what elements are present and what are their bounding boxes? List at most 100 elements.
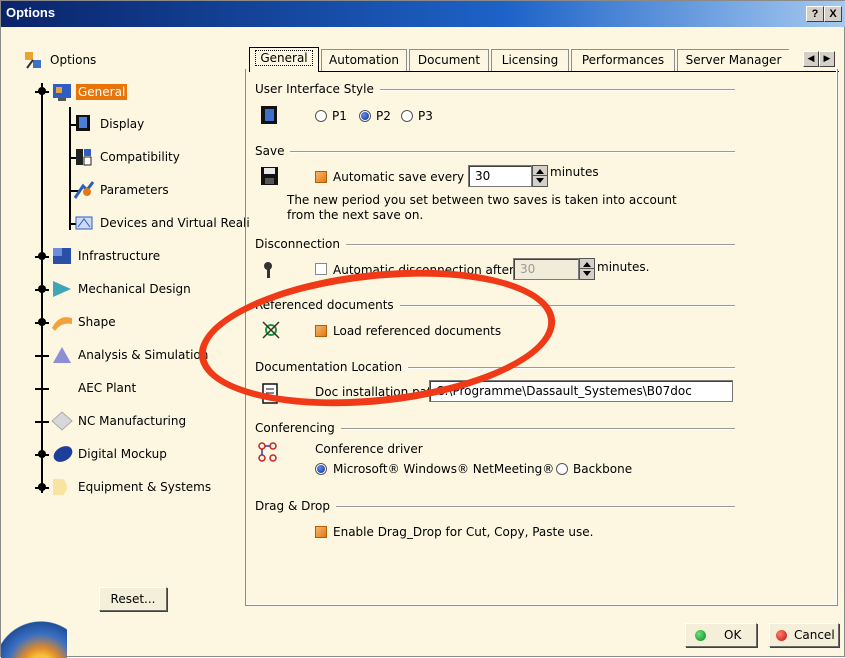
tree-root[interactable]: Options (23, 49, 98, 71)
ok-button-label: OK (724, 628, 742, 642)
disconnection-interval-spinner[interactable] (579, 258, 595, 280)
group-divider (333, 506, 735, 508)
tab-strip: General Automation Document Licensing Pe… (245, 47, 843, 72)
automatic-disconnection-checkbox[interactable] (315, 263, 327, 275)
tree-item-general[interactable]: General (51, 81, 128, 103)
digital-mockup-icon (51, 444, 73, 464)
ok-button[interactable]: OK (685, 623, 757, 647)
tree-item-label: NC Manufacturing (78, 414, 187, 428)
tree-item-label: Parameters (100, 183, 169, 197)
automatic-save-label: Automatic save every (333, 170, 465, 184)
ui-style-icon (259, 104, 281, 126)
radio-netmeeting[interactable] (315, 463, 327, 475)
tree-item-parameters[interactable]: Parameters (73, 179, 171, 201)
tree-item-label: Infrastructure (78, 249, 161, 263)
tree-expand-toggle[interactable] (38, 450, 46, 458)
tree-item-label: Compatibility (100, 150, 180, 164)
devices-icon (73, 213, 95, 233)
options-dialog: Options ? X Options General Display Comp… (0, 0, 845, 658)
parameters-icon (73, 180, 95, 200)
cancel-button[interactable]: Cancel (769, 623, 839, 647)
save-interval-spinner[interactable] (532, 165, 548, 187)
tab-automation[interactable]: Automation (321, 49, 407, 71)
cancel-icon (776, 630, 787, 641)
radio-backbone[interactable] (556, 463, 568, 475)
tree-item-label: Equipment & Systems (78, 480, 212, 494)
display-icon (73, 114, 95, 134)
options-icon (23, 50, 45, 70)
tab-scroll-left-button[interactable]: ◀ (803, 51, 819, 67)
enable-dragdrop-label: Enable Drag_Drop for Cut, Copy, Paste us… (333, 525, 594, 539)
radio-p2[interactable] (359, 110, 371, 122)
reset-button[interactable]: Reset... (99, 587, 167, 611)
tree-item-devices[interactable]: Devices and Virtual Reali (73, 212, 252, 234)
tree-expand-toggle[interactable] (38, 318, 46, 326)
load-referenced-label: Load referenced documents (333, 324, 502, 338)
tree-item-aec-plant[interactable]: AEC Plant (51, 377, 138, 399)
tree-item-analysis[interactable]: Analysis & Simulation (51, 344, 210, 366)
radio-p3-label: P3 (418, 109, 433, 123)
window-title: Options (6, 5, 56, 20)
tree-item-nc-manufacturing[interactable]: NC Manufacturing (51, 410, 188, 432)
tree-item-label: Devices and Virtual Reali (100, 216, 250, 230)
tree-item-label: AEC Plant (78, 381, 137, 395)
conference-driver-label: Conference driver (315, 442, 423, 456)
aec-plant-icon (51, 378, 73, 398)
disconnection-unit-label: minutes. (597, 260, 650, 274)
group-title-referenced: Referenced documents (255, 298, 400, 312)
tab-server-manager[interactable]: Server Manager (677, 49, 789, 71)
tree-item-label: Display (100, 117, 145, 131)
radio-p2-label: P2 (376, 109, 391, 123)
tree-item-label: Shape (78, 315, 116, 329)
key-icon (259, 259, 281, 281)
title-bar[interactable]: Options ? X (1, 1, 845, 27)
tree-expand-toggle[interactable] (38, 483, 46, 491)
help-button[interactable]: ? (806, 6, 824, 22)
radio-p1-label: P1 (332, 109, 347, 123)
document-icon (260, 383, 282, 405)
conference-icon (257, 441, 279, 463)
tree-item-label: Mechanical Design (78, 282, 191, 296)
doc-path-input[interactable]: C:\Programme\Dassault_Systemes\B07doc (429, 380, 733, 402)
tree-root-label: Options (50, 53, 97, 67)
enable-dragdrop-checkbox[interactable] (315, 526, 327, 538)
shape-icon (51, 312, 73, 332)
group-title-conferencing: Conferencing (255, 421, 341, 435)
load-referenced-checkbox[interactable] (315, 325, 327, 337)
tree-item-label: Digital Mockup (78, 447, 167, 461)
group-title-disconnection: Disconnection (255, 237, 346, 251)
tree-item-digital-mockup[interactable]: Digital Mockup (51, 443, 169, 465)
radio-backbone-label: Backbone (573, 462, 633, 476)
radio-p1[interactable] (315, 110, 327, 122)
mechanical-design-icon (51, 279, 73, 299)
tree-item-display[interactable]: Display (73, 113, 146, 135)
tree-item-equipment[interactable]: Equipment & Systems (51, 476, 213, 498)
options-tree: Options General Display Compatibility Pa… (1, 27, 250, 627)
tree-item-mechanical-design[interactable]: Mechanical Design (51, 278, 193, 300)
automatic-save-checkbox[interactable] (315, 171, 327, 183)
group-title-doc-location: Documentation Location (255, 360, 409, 374)
tree-item-label: Analysis & Simulation (78, 348, 209, 362)
tab-scroll-right-button[interactable]: ▶ (819, 51, 835, 67)
group-divider (339, 244, 735, 246)
tree-item-infrastructure[interactable]: Infrastructure (51, 245, 162, 267)
tree-connector (35, 355, 49, 357)
analysis-icon (51, 345, 73, 365)
save-interval-input[interactable]: 30 (468, 165, 532, 187)
tree-expand-toggle[interactable] (38, 285, 46, 293)
tab-document[interactable]: Document (409, 49, 489, 71)
save-note-line-2: from the next save on. (287, 208, 424, 222)
disconnection-interval-input[interactable]: 30 (513, 258, 579, 280)
tree-item-compatibility[interactable]: Compatibility (73, 146, 182, 168)
radio-netmeeting-label: Microsoft® Windows® NetMeeting® (333, 462, 555, 476)
tree-expand-toggle[interactable] (38, 252, 46, 260)
group-divider (393, 305, 735, 307)
radio-p3[interactable] (401, 110, 413, 122)
tree-expand-toggle[interactable] (38, 87, 46, 95)
tree-item-shape[interactable]: Shape (51, 311, 118, 333)
tab-performances[interactable]: Performances (571, 49, 675, 71)
tab-licensing[interactable]: Licensing (491, 49, 569, 71)
tree-connector (35, 388, 49, 390)
close-button[interactable]: X (824, 6, 842, 22)
tree-connector (35, 421, 49, 423)
